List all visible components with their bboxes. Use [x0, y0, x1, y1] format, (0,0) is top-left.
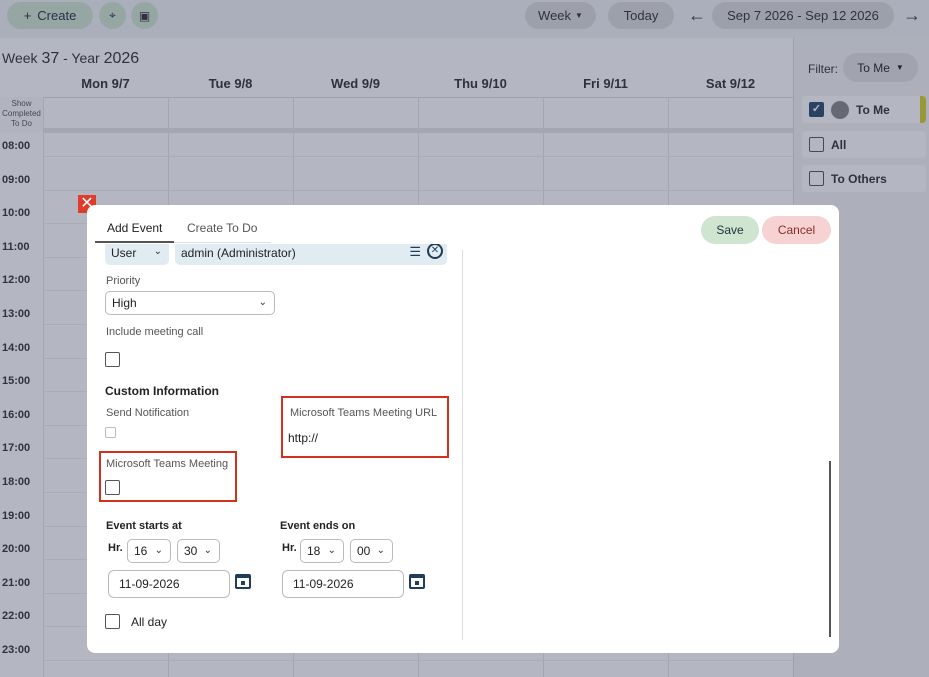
cancel-button[interactable]: Cancel: [762, 216, 831, 244]
chevron-down-icon: ⌄: [376, 545, 385, 556]
teams-url-label: Microsoft Teams Meeting URL: [290, 407, 438, 419]
start-hour-select[interactable]: 16 ⌄: [127, 539, 171, 563]
event-start-heading: Event starts at: [106, 520, 182, 532]
save-button[interactable]: Save: [701, 216, 759, 244]
teams-url-highlight: [281, 396, 449, 458]
end-hour-select[interactable]: 18 ⌄: [300, 539, 344, 563]
calendar-icon[interactable]: [235, 574, 251, 589]
clear-icon[interactable]: ✕: [427, 244, 443, 259]
all-day-checkbox[interactable]: [105, 614, 120, 629]
end-minute-select[interactable]: 00 ⌄: [350, 539, 393, 563]
teams-meeting-label: Microsoft Teams Meeting: [106, 458, 229, 470]
meeting-call-label: Include meeting call: [106, 326, 204, 338]
start-hr-label: Hr.: [108, 542, 123, 554]
event-end-heading: Event ends on: [280, 520, 356, 532]
teams-meeting-checkbox[interactable]: [105, 480, 120, 495]
end-hr-label: Hr.: [282, 542, 297, 554]
scrollbar[interactable]: [829, 461, 831, 637]
custom-info-heading: Custom Information: [105, 384, 219, 398]
send-notification-checkbox[interactable]: [105, 427, 116, 438]
assign-type-select[interactable]: User ⌄: [105, 244, 169, 265]
active-tab-indicator: [95, 241, 174, 243]
event-form: User ⌄ admin (Administrator) ☰ ✕ Priorit…: [87, 244, 462, 644]
start-date-input[interactable]: 11-09-2026: [108, 570, 230, 598]
chevron-down-icon: ⌄: [327, 545, 336, 556]
list-icon[interactable]: ☰: [409, 244, 421, 260]
chevron-down-icon: ⌄: [203, 545, 212, 556]
send-notification-label: Send Notification: [106, 407, 190, 419]
all-day-label: All day: [131, 615, 168, 629]
add-event-modal: Add Event Create To Do Save Cancel User …: [87, 205, 839, 653]
end-date-input[interactable]: 11-09-2026: [282, 570, 404, 598]
tab-create-todo[interactable]: Create To Do: [187, 221, 257, 235]
teams-url-input[interactable]: http://: [288, 431, 318, 445]
priority-select[interactable]: High ⌄: [105, 291, 275, 315]
priority-label: Priority: [106, 275, 141, 287]
chevron-down-icon: ⌄: [153, 246, 162, 257]
start-minute-select[interactable]: 30 ⌄: [177, 539, 220, 563]
chevron-down-icon: ⌄: [258, 297, 267, 308]
tab-add-event[interactable]: Add Event: [107, 221, 162, 235]
assignee-field[interactable]: admin (Administrator) ☰ ✕: [175, 244, 447, 265]
calendar-icon[interactable]: [409, 574, 425, 589]
meeting-call-checkbox[interactable]: [105, 352, 120, 367]
chevron-down-icon: ⌄: [154, 545, 163, 556]
